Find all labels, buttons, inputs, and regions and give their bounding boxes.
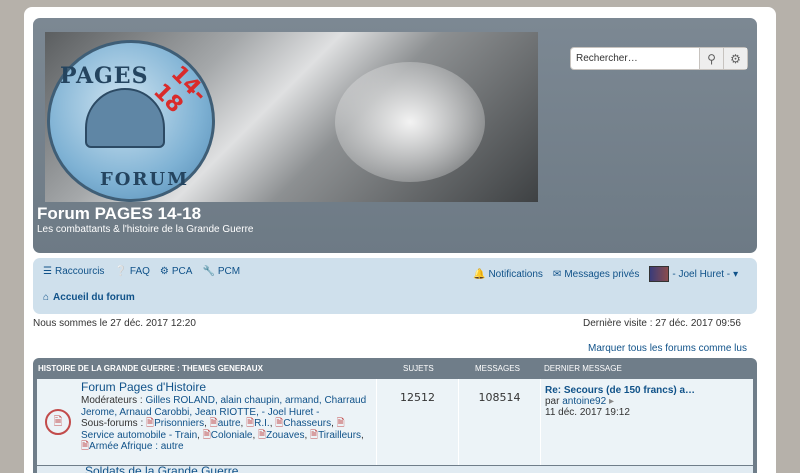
bell-icon: 🔔 xyxy=(473,268,486,280)
forum-row: Soldats de la Grande Guerre xyxy=(37,464,753,473)
gear-icon: ⚙ xyxy=(730,51,741,66)
nav-label: Messages privés xyxy=(564,268,640,280)
site-description: Les combattants & l'histoire de la Grand… xyxy=(37,224,254,235)
nav-faq[interactable]: ❔ FAQ xyxy=(114,266,149,277)
subforum-link[interactable]: Armée Afrique : autre xyxy=(89,441,184,452)
current-time: Nous sommes le 27 déc. 2017 12:20 xyxy=(33,318,196,329)
forum-description: Modérateurs : Gilles ROLAND, alain chaup… xyxy=(81,395,367,452)
col-last: DERNIER MESSAGE xyxy=(544,364,622,373)
logo-word-pages: PAGES xyxy=(60,63,149,89)
subforum-link[interactable]: Tirailleurs xyxy=(318,430,361,441)
last-post-author: par antoine92 ▸ xyxy=(545,396,753,407)
last-visit: Dernière visite : 27 déc. 2017 09:56 xyxy=(583,318,741,329)
site-logo[interactable]: PAGES 14-18 FORUM xyxy=(47,40,215,202)
site-header: PAGES 14-18 FORUM Forum PAGES 14-18 Les … xyxy=(33,18,757,253)
logo-word-forum: FORUM xyxy=(100,169,190,190)
subforum-link[interactable]: R.I. xyxy=(254,418,270,429)
forum-row: 🗎 Forum Pages d'Histoire Modérateurs : G… xyxy=(37,379,753,465)
forum-category: HISTOIRE DE LA GRANDE GUERRE : THEMES GE… xyxy=(33,358,757,473)
site-title[interactable]: Forum PAGES 14-18 xyxy=(37,204,201,224)
nav-label: Raccourcis xyxy=(54,266,105,277)
last-post-title[interactable]: Re: Secours (de 150 francs) a… xyxy=(545,385,753,396)
author-link[interactable]: antoine92 xyxy=(562,396,606,407)
last-post-date: 11 déc. 2017 19:12 xyxy=(545,407,630,418)
home-icon: ⌂ xyxy=(43,292,50,303)
col-topics: SUJETS xyxy=(403,364,434,373)
col-posts: MESSAGES xyxy=(475,364,520,373)
subforum-icon: 🗎 xyxy=(81,441,90,452)
subforum-link[interactable]: autre xyxy=(218,418,241,429)
nav-user-menu[interactable]: - Joel Huret - ▾ xyxy=(649,266,738,282)
subforum-link[interactable]: Zouaves xyxy=(266,430,304,441)
breadcrumb[interactable]: ⌂ Accueil du forum xyxy=(43,292,135,303)
advanced-search-button[interactable]: ⚙ xyxy=(723,48,747,69)
category-title[interactable]: HISTOIRE DE LA GRANDE GUERRE : THEMES GE… xyxy=(38,364,263,373)
forum-header: HISTOIRE DE LA GRANDE GUERRE : THEMES GE… xyxy=(33,358,757,378)
moderators-label: Modérateurs : xyxy=(81,395,143,406)
username: - Joel Huret - xyxy=(672,268,731,280)
cogs-icon: ⚙ xyxy=(159,266,169,277)
forum-title[interactable]: Forum Pages d'Histoire xyxy=(81,380,206,394)
subforum-icon: 🗎 xyxy=(246,418,255,429)
bars-icon: ☰ xyxy=(43,266,52,277)
forum-info: 🗎 Forum Pages d'Histoire Modérateurs : G… xyxy=(37,379,377,465)
wrench-icon: 🔧 xyxy=(202,266,215,277)
nav-raccourcis[interactable]: ☰ Raccourcis xyxy=(43,266,104,277)
forum-read-icon: 🗎 xyxy=(45,409,71,435)
search-input[interactable] xyxy=(571,48,699,69)
subforum-icon: 🗎 xyxy=(310,429,319,441)
posts-count: 108514 xyxy=(459,379,541,465)
view-latest-icon[interactable]: ▸ xyxy=(609,396,614,407)
subforum-link[interactable]: Coloniale xyxy=(211,430,253,441)
nav-label: PCM xyxy=(217,266,241,277)
nav-left: ☰ Raccourcis ❔ FAQ ⚙ PCA 🔧 PCM xyxy=(43,266,240,277)
search-icon: ⚲ xyxy=(707,51,716,66)
search-button[interactable]: ⚲ xyxy=(699,48,723,69)
by-label: par xyxy=(545,396,560,407)
breadcrumb-home: Accueil du forum xyxy=(53,292,135,303)
nav-notifications[interactable]: 🔔 Notifications xyxy=(473,269,543,280)
last-post: Re: Secours (de 150 francs) a… par antoi… xyxy=(541,379,753,465)
subforum-icon: 🗎 xyxy=(209,418,218,429)
nav-pca[interactable]: ⚙ PCA xyxy=(160,266,193,277)
subforum-icon: 🗎 xyxy=(336,418,345,429)
nav-label: PCA xyxy=(171,266,193,277)
subforum-icon: 🗎 xyxy=(146,418,155,429)
topics-count: 12512 xyxy=(377,379,459,465)
nav-private-messages[interactable]: ✉ Messages privés xyxy=(553,269,639,280)
forum-title[interactable]: Soldats de la Grande Guerre xyxy=(85,464,238,473)
subforums-label: Sous-forums : xyxy=(81,418,144,429)
mark-all-read-link[interactable]: Marquer tous les forums comme lus xyxy=(588,343,747,354)
banner-smoke xyxy=(335,62,485,182)
subforum-link[interactable]: Service automobile - Train xyxy=(81,430,197,441)
avatar xyxy=(649,266,670,282)
search-box: ⚲ ⚙ xyxy=(570,47,748,70)
subforum-link[interactable]: Chasseurs xyxy=(283,418,331,429)
navbar: ☰ Raccourcis ❔ FAQ ⚙ PCA 🔧 PCM 🔔 Notification… xyxy=(33,258,757,314)
nav-right: 🔔 Notifications ✉ Messages privés - Joel H… xyxy=(473,266,738,282)
nav-label: FAQ xyxy=(129,266,150,277)
subforum-icon: 🗎 xyxy=(202,429,211,441)
inbox-icon: ✉ xyxy=(552,268,562,280)
nav-label: Notifications xyxy=(488,268,543,280)
question-icon: ❔ xyxy=(114,266,127,277)
caret-down-icon: ▾ xyxy=(733,268,739,280)
subforum-link[interactable]: Prisonniers xyxy=(154,418,204,429)
subforum-icon: 🗎 xyxy=(258,429,267,441)
nav-pcm[interactable]: 🔧 PCM xyxy=(202,266,240,277)
